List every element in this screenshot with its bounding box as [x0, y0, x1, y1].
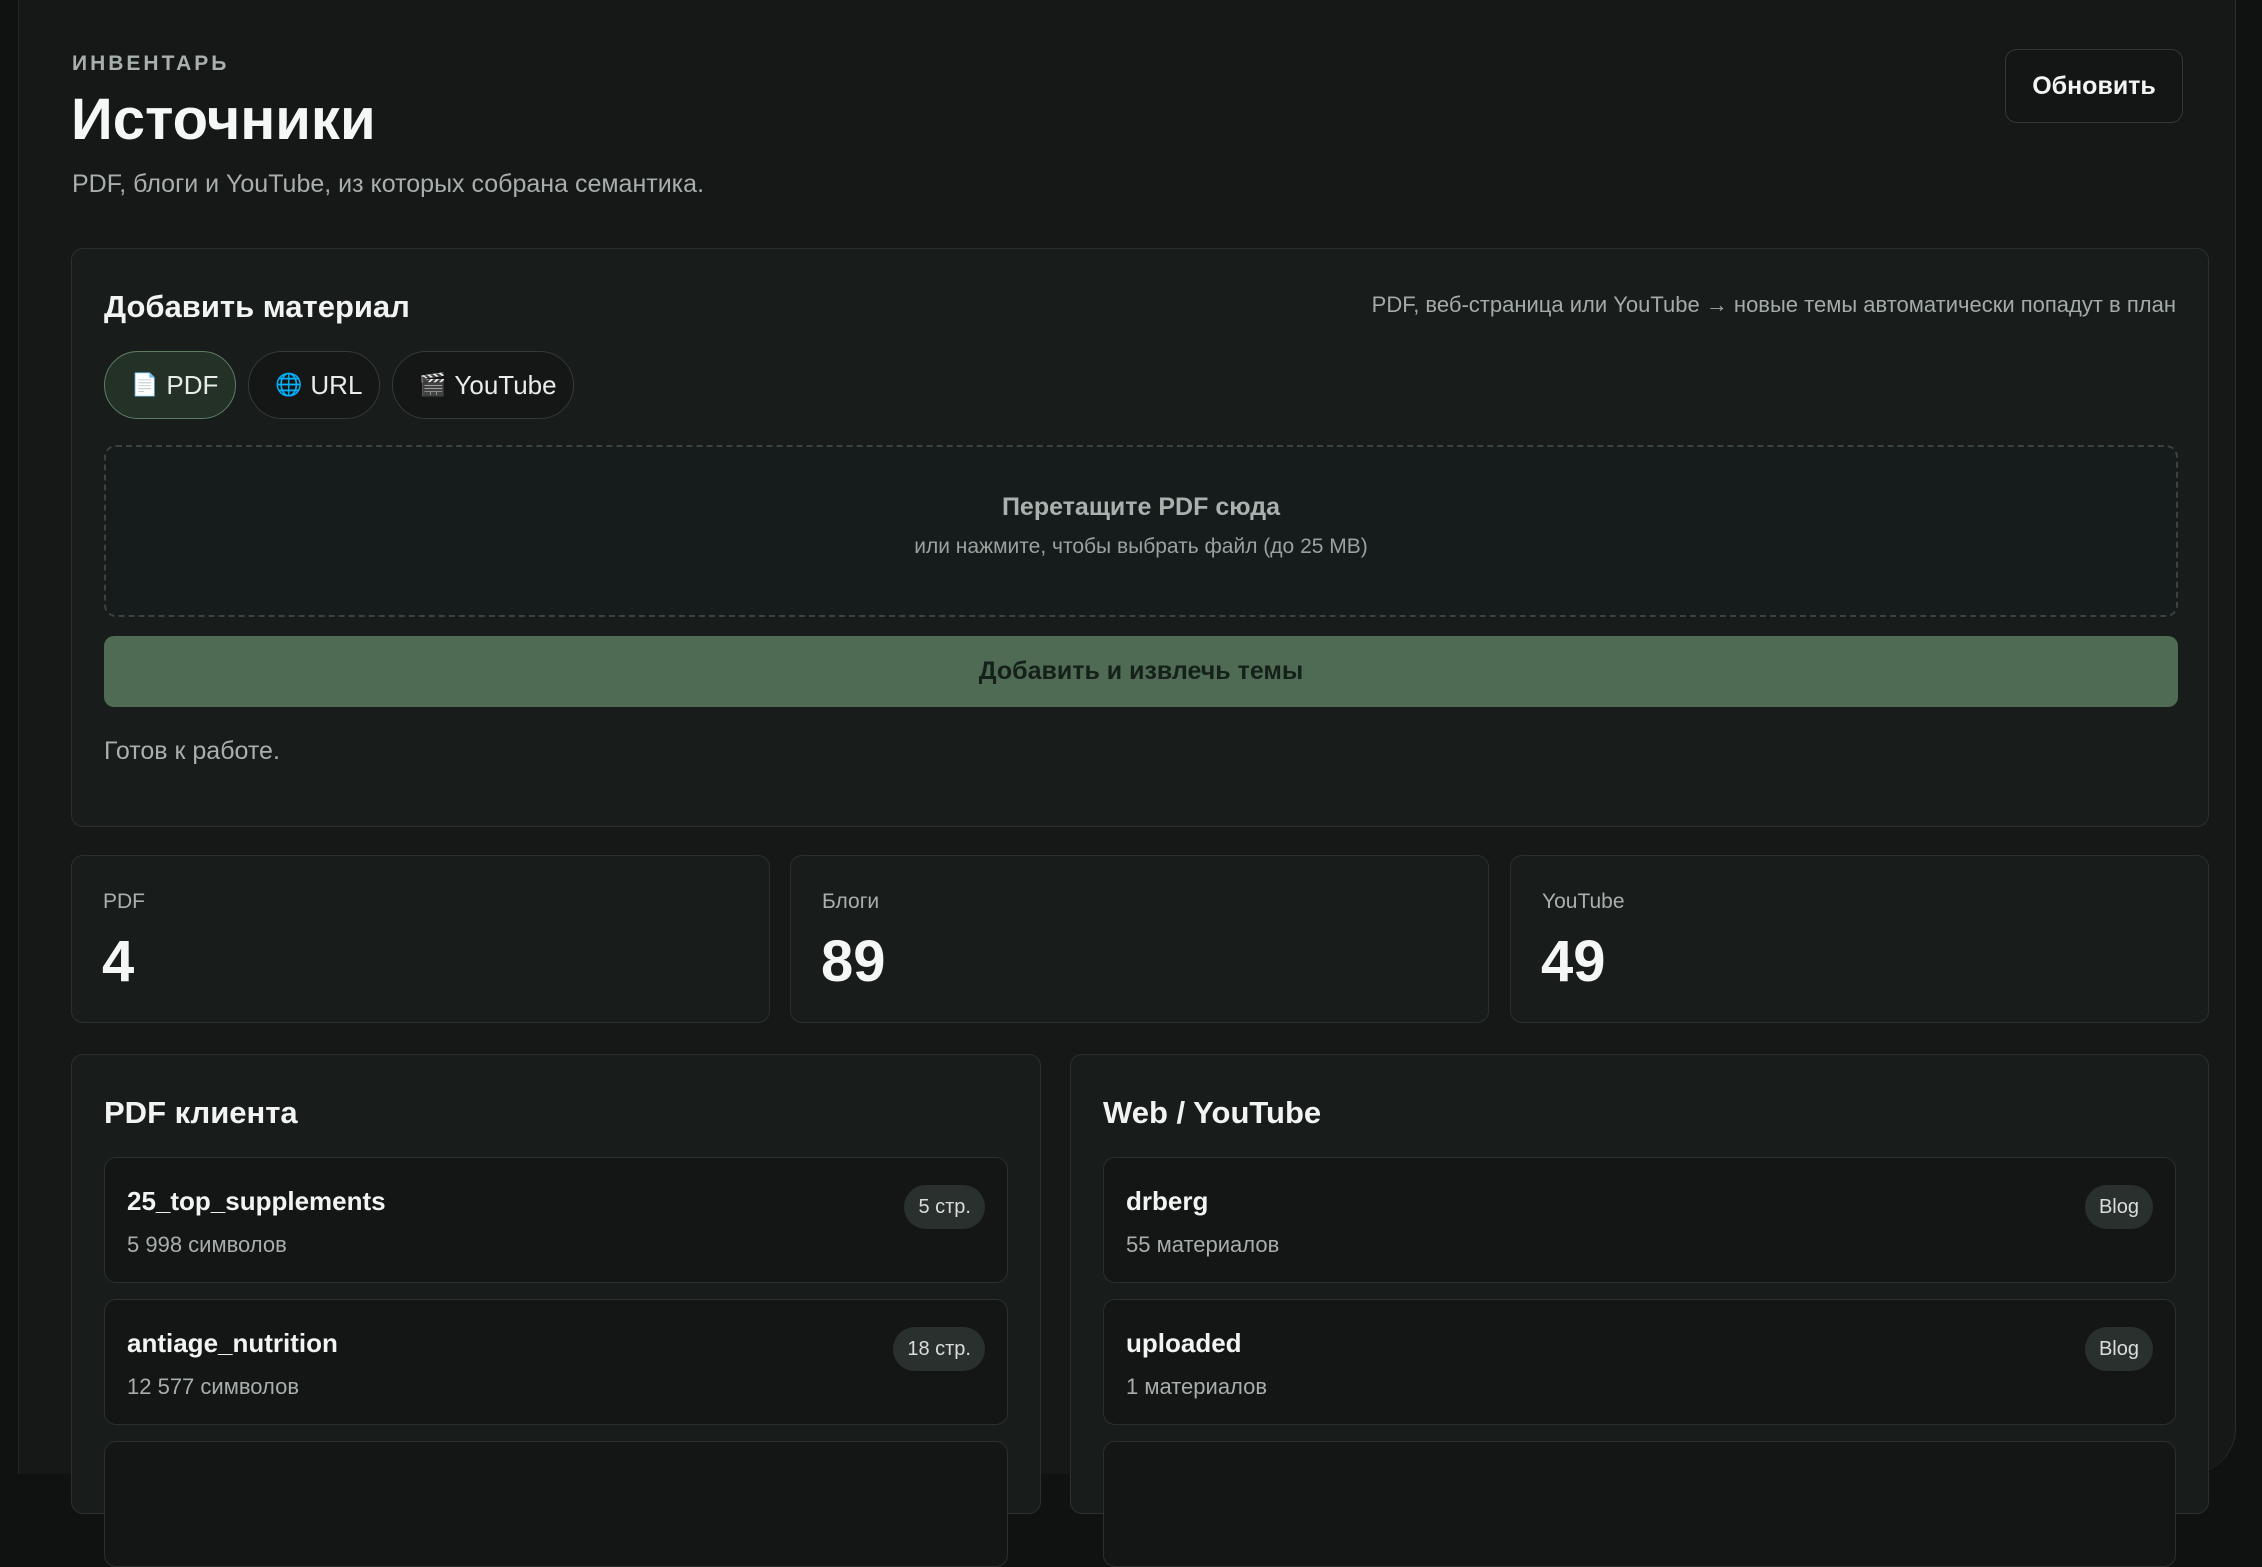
page-eyebrow: ИНВЕНТАРЬ [72, 52, 230, 75]
stat-label: Блоги [822, 890, 880, 913]
stat-value: 49 [1541, 929, 1606, 994]
dropzone-title: Перетащите PDF сюда [1001, 493, 1281, 521]
item-meta: 55 материалов [1126, 1232, 1280, 1257]
stat-label: YouTube [1542, 890, 1625, 913]
item-name: antiage_nutrition [127, 1328, 338, 1358]
page-subtitle: PDF, блоги и YouTube, из которых собрана… [72, 170, 705, 198]
add-and-extract-button[interactable]: Добавить и извлечь темы [104, 636, 2178, 707]
pdf-list-title: PDF клиента [104, 1095, 298, 1130]
list-item[interactable]: 25_top_supplements 5 998 символов 5 стр. [104, 1157, 1008, 1283]
add-material-card: Добавить материал PDF, веб-страница или … [71, 248, 2209, 827]
type-badge: Blog [2084, 1185, 2153, 1229]
app-window: ИНВЕНТАРЬ Источники PDF, блоги и YouTube… [18, 0, 2236, 1567]
web-list-title: Web / YouTube [1103, 1095, 1322, 1130]
tab-url[interactable]: 🌐 URL [248, 351, 380, 419]
tab-label: PDF [166, 369, 219, 400]
pdf-list-card: PDF клиента 25_top_supplements 5 998 сим… [71, 1054, 1041, 1567]
item-name: 25_top_supplements [127, 1186, 386, 1216]
tab-label: URL [310, 369, 363, 400]
list-item[interactable]: drberg 55 материалов Blog [1103, 1157, 2176, 1283]
item-name: uploaded [1126, 1328, 1242, 1358]
item-name: drberg [1126, 1186, 1209, 1216]
list-item[interactable]: antiage_nutrition 12 577 символов 18 стр… [104, 1299, 1008, 1425]
pages-badge: 5 стр. [904, 1185, 985, 1229]
web-list-card: Web / YouTube drberg 55 материалов Blog … [1070, 1054, 2209, 1567]
clapperboard-icon: 🎬 [419, 372, 447, 397]
source-type-tabs: 📄 PDF 🌐 URL 🎬 YouTube [104, 351, 574, 419]
tab-label: YouTube [454, 369, 557, 400]
page-title: Источники [71, 87, 376, 152]
add-material-hint: PDF, веб-страница или YouTube → новые те… [1371, 292, 2176, 317]
pdf-dropzone[interactable]: Перетащите PDF сюда или нажмите, чтобы в… [104, 445, 2178, 617]
stat-card-blogs: Блоги 89 [790, 855, 1489, 1023]
item-meta: 12 577 символов [127, 1374, 300, 1399]
item-meta: 1 материалов [1126, 1374, 1268, 1399]
tab-pdf[interactable]: 📄 PDF [104, 351, 236, 419]
tab-youtube[interactable]: 🎬 YouTube [392, 351, 574, 419]
stat-label: PDF [103, 890, 145, 913]
add-material-title: Добавить материал [104, 289, 410, 324]
list-item[interactable] [1103, 1441, 2176, 1567]
pages-badge: 18 стр. [893, 1327, 985, 1371]
list-item[interactable]: uploaded 1 материалов Blog [1103, 1299, 2176, 1425]
stat-value: 89 [821, 929, 886, 994]
dropzone-subtitle: или нажмите, чтобы выбрать файл (до 25 M… [914, 535, 1368, 558]
item-meta: 5 998 символов [127, 1232, 287, 1257]
list-item[interactable] [104, 1441, 1008, 1567]
status-text: Готов к работе. [104, 737, 280, 765]
type-badge: Blog [2084, 1327, 2153, 1371]
document-icon: 📄 [131, 372, 159, 397]
refresh-button[interactable]: Обновить [2005, 49, 2183, 123]
globe-icon: 🌐 [275, 372, 303, 397]
stat-card-youtube: YouTube 49 [1510, 855, 2209, 1023]
stat-card-pdf: PDF 4 [71, 855, 770, 1023]
stat-value: 4 [102, 929, 135, 994]
